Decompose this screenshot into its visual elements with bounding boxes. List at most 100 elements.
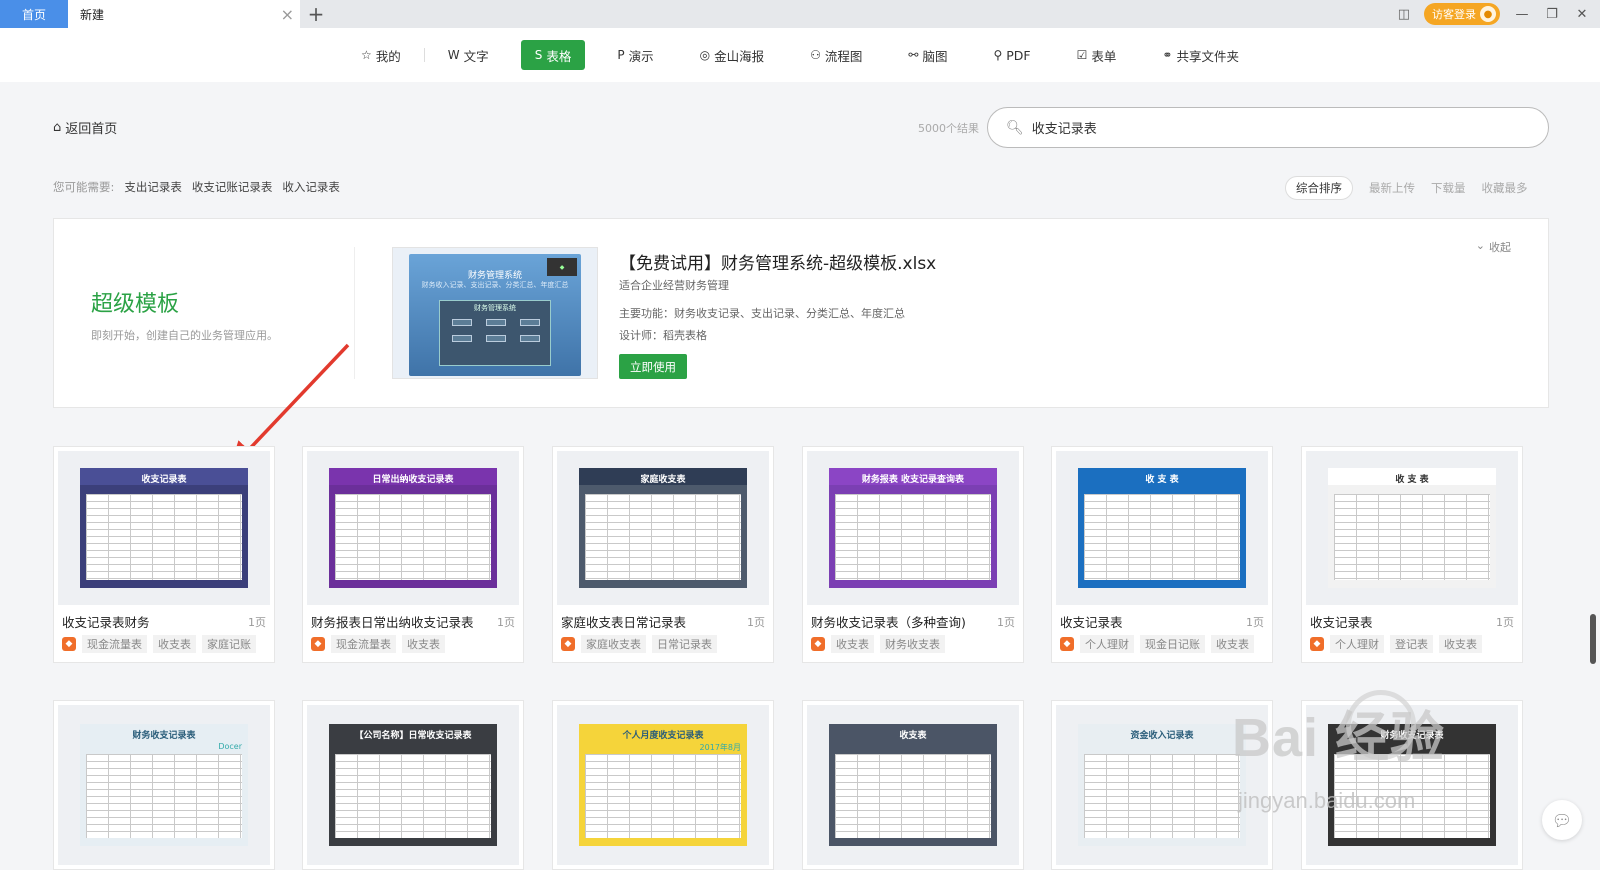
card-thumbnail[interactable]: 【公司名称】日常收支记录表 — [307, 705, 519, 865]
tag[interactable]: 收支表 — [153, 635, 196, 653]
tag[interactable]: 收支表 — [1211, 635, 1254, 653]
nav-item[interactable]: ☑ 表单 — [1063, 40, 1131, 70]
sheet-grid — [1334, 494, 1490, 580]
nav-item[interactable]: ⚭ 共享文件夹 — [1148, 40, 1253, 70]
tag[interactable]: 个人理财 — [1080, 635, 1134, 653]
thumbnail-screen: ◆ 财务管理系统 财务收入记录、支出记录、分类汇总、年度汇总 财务管理系统 — [409, 254, 581, 376]
tag[interactable]: 个人理财 — [1330, 635, 1384, 653]
add-tab-button[interactable]: + — [300, 0, 332, 28]
card-thumbnail[interactable]: 收 支 表 — [1056, 451, 1268, 605]
card-thumbnail[interactable]: 收 支 表 — [1306, 451, 1518, 605]
suggest-item[interactable]: 支出记录表 — [124, 179, 182, 195]
poster-icon: ◎ — [699, 48, 711, 62]
tab-new[interactable]: 新建 × — [68, 0, 300, 28]
tag[interactable]: 收支表 — [402, 635, 445, 653]
minimize-icon[interactable]: — — [1514, 7, 1530, 22]
tag[interactable]: 登记表 — [1390, 635, 1433, 653]
card-thumbnail[interactable]: 收支表 — [807, 705, 1019, 865]
panel-button — [486, 335, 506, 342]
card-title[interactable]: 财务收支记录表（多种查询) — [811, 612, 966, 631]
sort-favorites[interactable]: 收藏最多 — [1482, 180, 1528, 196]
tag[interactable]: 现金流量表 — [331, 635, 396, 653]
nav-label: 演示 — [628, 48, 654, 64]
template-card[interactable]: 财务收支记录表 Docer — [53, 700, 275, 870]
template-card[interactable]: 收支记录表 收支记录表财务 1页 ◆ 现金流量表 收支表 家庭记账 — [53, 446, 275, 663]
nav-label: 脑图 — [922, 48, 948, 64]
sheet-preview-extra: Docer — [218, 742, 242, 751]
tag[interactable]: 家庭记账 — [202, 635, 256, 653]
sort-downloads[interactable]: 下载量 — [1431, 180, 1466, 196]
template-card[interactable]: 家庭收支表 家庭收支表日常记录表 1页 ◆ 家庭收支表 日常记录表 — [552, 446, 774, 663]
template-card[interactable]: 财务报表 收支记录查询表 财务收支记录表（多种查询) 1页 ◆ 收支表 财务收支表 — [802, 446, 1024, 663]
use-now-button[interactable]: 立即使用 — [619, 354, 687, 379]
sheet-preview-title: 财务报表 收支记录查询表 — [829, 468, 997, 485]
card-thumbnail[interactable]: 收支记录表 — [58, 451, 270, 605]
docer-badge-icon: ◆ — [811, 637, 825, 651]
sheet-grid — [335, 494, 491, 580]
guest-login-button[interactable]: 访客登录 ● — [1424, 3, 1500, 25]
card-title[interactable]: 财务报表日常出纳收支记录表 — [311, 612, 474, 631]
card-thumbnail[interactable]: 财务收支记录表 Docer — [58, 705, 270, 865]
sheet-grid — [585, 754, 741, 838]
restore-icon[interactable]: ❐ — [1544, 7, 1560, 22]
template-card[interactable]: 日常出纳收支记录表 财务报表日常出纳收支记录表 1页 ◆ 现金流量表 收支表 — [302, 446, 524, 663]
card-thumbnail[interactable]: 家庭收支表 — [557, 451, 769, 605]
card-thumbnail[interactable]: 日常出纳收支记录表 — [307, 451, 519, 605]
presentation-icon: P — [617, 48, 625, 62]
scrollbar[interactable] — [1590, 214, 1596, 854]
avatar-icon: ● — [1480, 6, 1496, 22]
tab-home[interactable]: 首页 — [0, 0, 68, 28]
tag[interactable]: 日常记录表 — [652, 635, 717, 653]
sheet-preview-title: 财务收支记录表 — [132, 731, 196, 741]
sheet-grid — [335, 754, 491, 838]
search-input[interactable] — [1031, 120, 1512, 135]
nav-item[interactable]: S 表格 — [520, 40, 586, 70]
window-mode-icon[interactable]: ◫ — [1398, 7, 1410, 22]
card-title[interactable]: 家庭收支表日常记录表 — [561, 612, 686, 631]
card-thumbnail[interactable]: 个人月度收支记录表 2017年8月 — [557, 705, 769, 865]
nav-item[interactable]: ◎ 金山海报 — [686, 40, 779, 70]
collapse-label: 收起 — [1489, 241, 1511, 254]
chat-icon[interactable]: 💬︎ — [1542, 800, 1582, 840]
card-title[interactable]: 收支记录表财务 — [62, 612, 150, 631]
tag[interactable]: 现金日记账 — [1140, 635, 1205, 653]
template-card[interactable]: 个人月度收支记录表 2017年8月 — [552, 700, 774, 870]
card-pages: 1页 — [747, 616, 765, 629]
card-title[interactable]: 收支记录表 — [1310, 612, 1373, 631]
template-card[interactable]: 收 支 表 收支记录表 1页 ◆ 个人理财 现金日记账 收支表 — [1051, 446, 1273, 663]
tag[interactable]: 收支表 — [1439, 635, 1482, 653]
super-template-banner: 超级模板 即刻开始，创建自己的业务管理应用。 ◆ 财务管理系统 财务收入记录、支… — [53, 218, 1549, 408]
search-box[interactable]: 🔍︎ — [987, 107, 1549, 148]
nav-item[interactable]: P 演示 — [603, 40, 667, 70]
banner-thumbnail[interactable]: ◆ 财务管理系统 财务收入记录、支出记录、分类汇总、年度汇总 财务管理系统 — [392, 247, 598, 379]
suggest-item[interactable]: 收入记录表 — [282, 179, 340, 195]
card-title[interactable]: 收支记录表 — [1060, 612, 1123, 631]
sheet-preview-title: 资金收入记录表 — [1130, 731, 1194, 741]
card-thumbnail[interactable]: 财务报表 收支记录查询表 — [807, 451, 1019, 605]
nav-item[interactable]: W 文字 — [434, 40, 503, 70]
template-card[interactable]: 【公司名称】日常收支记录表 — [302, 700, 524, 870]
template-card[interactable]: 收支表 — [802, 700, 1024, 870]
template-title[interactable]: 【免费试用】财务管理系统-超级模板.xlsx — [619, 249, 936, 274]
tag[interactable]: 财务收支表 — [880, 635, 945, 653]
tag[interactable]: 现金流量表 — [82, 635, 147, 653]
tag[interactable]: 收支表 — [831, 635, 874, 653]
nav-item[interactable]: ☆ 我的 — [347, 40, 415, 70]
card-pages: 1页 — [1246, 616, 1264, 629]
close-window-icon[interactable]: ✕ — [1574, 7, 1590, 22]
sort-latest[interactable]: 最新上传 — [1369, 180, 1415, 196]
nav-item[interactable]: ⚲ PDF — [979, 40, 1044, 70]
nav-item[interactable]: ⚯ 脑图 — [894, 40, 961, 70]
sheet-preview: 收支表 — [829, 724, 997, 846]
collapse-toggle[interactable]: ⌄ 收起 — [1476, 239, 1511, 255]
tag[interactable]: 家庭收支表 — [581, 635, 646, 653]
scrollbar-thumb[interactable] — [1590, 614, 1596, 664]
sort-comprehensive[interactable]: 综合排序 — [1285, 176, 1353, 200]
sheet-icon: S — [534, 48, 543, 62]
super-template-heading: 超级模板 — [91, 292, 180, 317]
close-icon[interactable]: × — [281, 5, 294, 24]
nav-item[interactable]: ⚇ 流程图 — [796, 40, 876, 70]
back-home-link[interactable]: ⌂ 返回首页 — [53, 118, 117, 137]
suggest-item[interactable]: 收支记账记录表 — [192, 179, 273, 195]
template-card[interactable]: 收 支 表 收支记录表 1页 ◆ 个人理财 登记表 收支表 — [1301, 446, 1523, 663]
